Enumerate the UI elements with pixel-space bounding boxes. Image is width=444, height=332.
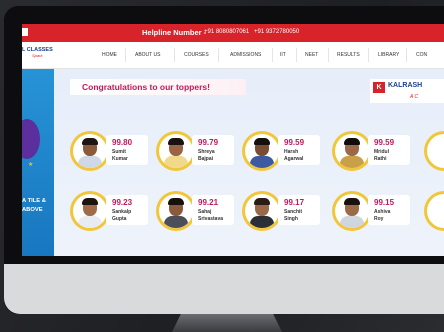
nav-separator: [125, 48, 126, 62]
brand-logo: K KALRASH A C: [370, 79, 444, 103]
nav-separator: [272, 48, 273, 62]
youtube-icon[interactable]: [22, 28, 28, 36]
topper-card: 99.15 Ashiva Roy: [332, 191, 412, 233]
topper-card: 99.17 Sanchit Singh: [242, 191, 322, 233]
topper-card: 99.21 Sahaj Srivastava: [156, 191, 236, 233]
topper-score: 99.15: [374, 198, 395, 207]
nav-results[interactable]: RESULTS: [337, 52, 360, 58]
phone-link-2[interactable]: +91 9372780050: [254, 29, 299, 35]
topper-photo: [156, 191, 196, 231]
toppers-banner: ★ A TILE & ABOVE Congratulations to our …: [22, 69, 444, 256]
nav-home[interactable]: HOME: [102, 52, 117, 58]
nav-separator: [368, 48, 369, 62]
phone-link-1[interactable]: +91 8080807061: [204, 29, 249, 35]
topper-card: 99.59 Mridul Rathi: [332, 131, 412, 173]
promo-side-panel[interactable]: ★ A TILE & ABOVE: [22, 69, 54, 256]
topper-score: 99.21: [198, 198, 219, 207]
topper-photo-partial: [424, 131, 444, 171]
topper-first-name: Sumit: [112, 149, 126, 155]
nav-separator: [328, 48, 329, 62]
topper-card: 99.59 Harsh Agarwal: [242, 131, 322, 173]
top-bar: Helpline Number - +91 8080807061 +91 937…: [22, 24, 444, 42]
monitor-chin: [4, 264, 444, 314]
topper-first-name: Ashiva: [374, 209, 391, 215]
promo-text-line-1: A TILE &: [22, 198, 46, 204]
topper-photo: [156, 131, 196, 171]
nav-admissions[interactable]: ADMISSIONS: [230, 52, 261, 58]
brand-subtitle: A C: [410, 94, 419, 100]
nav-separator: [296, 48, 297, 62]
topper-info: 99.15 Ashiva Roy: [368, 195, 410, 225]
site-logo[interactable]: L CLASSES Spark: [22, 47, 56, 63]
monitor-stand: [172, 314, 282, 332]
nav-neet[interactable]: NEET: [305, 52, 318, 58]
logo-tagline: Spark: [32, 53, 43, 58]
nav-separator: [406, 48, 407, 62]
nav-courses[interactable]: COURSES: [184, 52, 209, 58]
website-screen: Helpline Number - +91 8080807061 +91 937…: [22, 24, 444, 256]
topper-score: 99.17: [284, 198, 305, 207]
topper-score: 99.79: [198, 138, 219, 147]
topper-last-name: Singh: [284, 216, 298, 222]
topper-photo-partial: [424, 191, 444, 231]
topper-last-name: Bajpai: [198, 156, 214, 162]
topper-photo: [332, 191, 372, 231]
topper-last-name: Gupta: [112, 216, 127, 222]
brand-name: KALRASH: [388, 82, 423, 89]
topper-photo: [242, 191, 282, 231]
topper-info: 99.17 Sanchit Singh: [278, 195, 320, 225]
topper-photo: [70, 191, 110, 231]
topper-last-name: Srivastava: [198, 216, 224, 222]
topper-last-name: Agarwal: [284, 156, 304, 162]
topper-info: 99.23 Sankalp Gupta: [106, 195, 148, 225]
topper-last-name: Rathi: [374, 156, 387, 162]
nav-separator: [174, 48, 175, 62]
helpline-label: Helpline Number -: [142, 28, 207, 37]
promo-text-line-2: ABOVE: [22, 207, 43, 213]
nav-about-us[interactable]: ABOUT US: [135, 52, 160, 58]
topper-info: 99.21 Sahaj Srivastava: [192, 195, 234, 225]
topper-score: 99.59: [284, 138, 305, 147]
topper-photo: [332, 131, 372, 171]
brand-badge: K: [373, 82, 385, 93]
topper-first-name: Sahaj: [198, 209, 212, 215]
topper-info: 99.59 Harsh Agarwal: [278, 135, 320, 165]
topper-card: 99.80 Sumit Kumar: [70, 131, 150, 173]
topper-info: 99.80 Sumit Kumar: [106, 135, 148, 165]
topper-first-name: Harsh: [284, 149, 299, 155]
topper-first-name: Shreya: [198, 149, 215, 155]
topper-last-name: Roy: [374, 216, 384, 222]
topper-first-name: Mridul: [374, 149, 389, 155]
topper-score: 99.59: [374, 138, 395, 147]
topper-card: 99.79 Shreya Bajpai: [156, 131, 236, 173]
nav-iit[interactable]: IIT: [280, 52, 286, 58]
star-icon: ★: [28, 162, 34, 168]
topper-first-name: Sankalp: [112, 209, 132, 215]
nav-separator: [218, 48, 219, 62]
topper-score: 99.23: [112, 198, 133, 207]
topper-photo: [70, 131, 110, 171]
nav-contact[interactable]: CON: [416, 52, 427, 58]
topper-card: 99.23 Sankalp Gupta: [70, 191, 150, 233]
topper-photo: [242, 131, 282, 171]
congratulations-heading: Congratulations to our toppers!: [70, 79, 246, 95]
main-navbar: L CLASSES Spark HOME ABOUT US COURSES AD…: [22, 42, 444, 69]
topper-last-name: Kumar: [112, 156, 128, 162]
topper-first-name: Sanchit: [284, 209, 303, 215]
nav-library[interactable]: LIBRARY: [378, 52, 399, 58]
topper-score: 99.80: [112, 138, 133, 147]
promo-graphic: [22, 119, 40, 159]
topper-info: 99.59 Mridul Rathi: [368, 135, 410, 165]
topper-info: 99.79 Shreya Bajpai: [192, 135, 234, 165]
